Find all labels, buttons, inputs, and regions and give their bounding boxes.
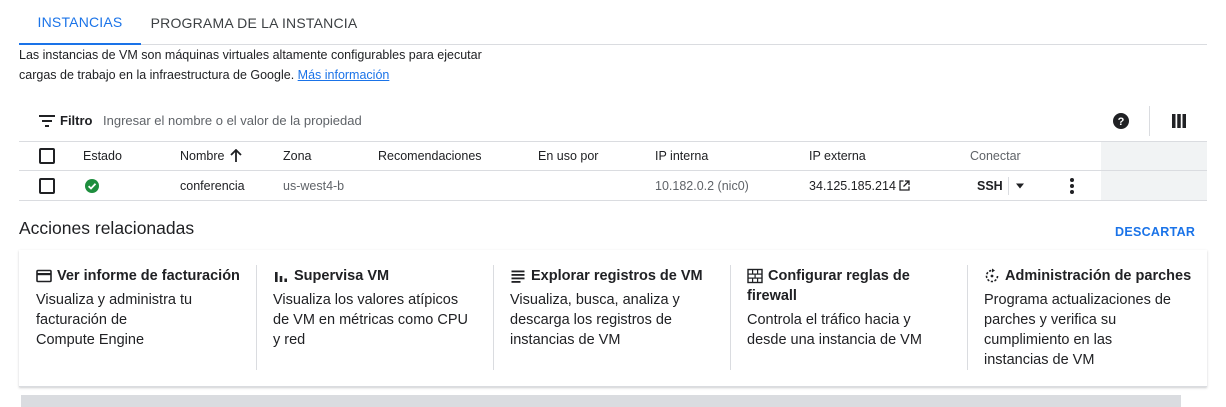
- card-patch-title: Administración de parches: [984, 266, 1207, 286]
- card-monitor-title-text: Supervisa VM: [294, 268, 390, 284]
- tab-bar: INSTANCIAS PROGRAMA DE LA INSTANCIA: [19, 0, 1207, 45]
- row-name-link[interactable]: conferencia: [180, 171, 245, 200]
- card-firewall-title-text: Configurar reglas de firewall: [747, 266, 910, 306]
- filter-bar: Filtro ?: [19, 102, 1207, 140]
- card-patch-title-text: Administración de parches: [1005, 268, 1192, 284]
- select-all-checkbox[interactable]: [39, 148, 55, 164]
- related-actions-title: Acciones relacionadas: [19, 218, 195, 238]
- card-firewall-title: Configurar reglas de firewall: [747, 266, 967, 306]
- card-firewall-body-line: desde una instancia de VM: [747, 332, 922, 348]
- svg-text:?: ?: [1118, 116, 1125, 128]
- help-icon[interactable]: ?: [1113, 113, 1129, 129]
- card-patch-body: Programa actualizaciones de parches y ve…: [984, 290, 1207, 370]
- row-checkbox[interactable]: [39, 177, 55, 194]
- card-billing-body: Visualiza y administra tu facturación de…: [36, 290, 256, 350]
- card-firewall-title-line: firewall: [747, 288, 797, 304]
- card-logs-body-line: descarga los registros de: [510, 312, 672, 328]
- card-logs-title-text: Explorar registros de VM: [531, 268, 703, 284]
- card-monitor-body-line: y red: [273, 332, 306, 348]
- header-recommendations[interactable]: Recomendaciones: [378, 142, 482, 170]
- row-status: [85, 171, 99, 200]
- row-external-ip[interactable]: 34.125.185.214: [809, 171, 910, 200]
- column-display-icon[interactable]: [1172, 114, 1186, 128]
- description-line-2: cargas de trabajo en la infraestructura …: [19, 65, 539, 85]
- arrow-up-icon: [230, 149, 243, 162]
- select-all-cell: [39, 142, 55, 170]
- header-internal-ip[interactable]: IP interna: [655, 142, 708, 170]
- card-firewall-body-line: Controla el tráfico hacia y: [747, 312, 911, 328]
- card-billing-report[interactable]: Ver informe de facturación Visualiza y a…: [19, 250, 256, 370]
- card-patch-management[interactable]: Administración de parches Programa actua…: [967, 250, 1207, 370]
- page-description: Las instancias de VM son máquinas virtua…: [19, 45, 539, 85]
- header-external-ip[interactable]: IP externa: [809, 142, 866, 170]
- toolbar-divider: [1149, 106, 1150, 136]
- card-patch-body-line: parches y verifica su: [984, 312, 1117, 328]
- row-select-cell: [39, 171, 55, 200]
- horizontal-scrollbar[interactable]: [21, 395, 1181, 407]
- card-firewall-rules[interactable]: Configurar reglas de firewall Controla e…: [730, 250, 967, 370]
- firewall-icon: [747, 268, 763, 284]
- card-monitor-body-line: Visualiza los valores atípicos: [273, 292, 459, 308]
- tab-instance-schedule[interactable]: PROGRAMA DE LA INSTANCIA: [141, 0, 361, 45]
- ssh-button[interactable]: SSH: [977, 171, 1003, 200]
- card-billing-body-line: facturación de: [36, 312, 128, 328]
- check-circle-icon: [85, 178, 99, 193]
- filter-icon[interactable]: [39, 115, 55, 127]
- learn-more-link[interactable]: Más información: [298, 68, 390, 82]
- card-logs-body-line: Visualiza, busca, analiza y: [510, 292, 680, 308]
- card-logs-body-line: instancias de VM: [510, 332, 621, 348]
- card-patch-body-line: Programa actualizaciones de: [984, 292, 1171, 308]
- card-logs-body: Visualiza, busca, analiza y descarga los…: [510, 290, 730, 350]
- related-actions-cards: Ver informe de facturación Visualiza y a…: [19, 250, 1207, 387]
- instances-table: Estado Nombre Zona Recomendaciones En us…: [19, 141, 1207, 201]
- header-connect: Conectar: [970, 149, 1021, 163]
- card-monitor-vm[interactable]: Supervisa VM Visualiza los valores atípi…: [256, 250, 493, 370]
- column-shade: [1101, 171, 1207, 200]
- dismiss-button[interactable]: DESCARTAR: [1115, 225, 1195, 239]
- card-monitor-body: Visualiza los valores atípicos de VM en …: [273, 290, 493, 350]
- card-monitor-body-line: de VM en métricas como CPU: [273, 312, 469, 328]
- card-billing-body-line: Compute Engine: [36, 332, 145, 348]
- logs-icon: [511, 270, 525, 283]
- card-explore-logs[interactable]: Explorar registros de VM Visualiza, busc…: [493, 250, 730, 370]
- description-line-1: Las instancias de VM son máquinas virtua…: [19, 48, 482, 62]
- row-zone: us-west4-b: [283, 178, 345, 193]
- card-firewall-title-line: Configurar reglas de: [768, 268, 910, 284]
- ssh-divider: [1008, 177, 1009, 195]
- row-external-ip-value: 34.125.185.214: [809, 178, 896, 193]
- monitoring-icon: [275, 272, 287, 282]
- ssh-options-button[interactable]: [1015, 171, 1025, 200]
- header-name-label: Nombre: [180, 149, 225, 163]
- row-internal-ip: 10.182.0.2 (nic0): [655, 178, 749, 193]
- patch-icon: [985, 268, 999, 283]
- header-in-use-by[interactable]: En uso por: [538, 142, 598, 170]
- open-in-new-icon: [899, 180, 910, 191]
- filter-label[interactable]: Filtro: [60, 113, 93, 128]
- tab-instances[interactable]: INSTANCIAS: [19, 0, 141, 45]
- billing-icon: [36, 269, 52, 283]
- header-zone[interactable]: Zona: [283, 142, 312, 170]
- row-more-actions[interactable]: [1069, 171, 1075, 200]
- card-firewall-body: Controla el tráfico hacia y desde una in…: [747, 310, 967, 350]
- more-vert-icon: [1070, 177, 1074, 194]
- card-logs-title: Explorar registros de VM: [510, 266, 730, 286]
- card-billing-title-text: Ver informe de facturación: [57, 268, 240, 284]
- card-monitor-title: Supervisa VM: [273, 266, 493, 286]
- description-line-2-text: cargas de trabajo en la infraestructura …: [19, 68, 295, 82]
- card-billing-title: Ver informe de facturación: [36, 266, 256, 286]
- table-row[interactable]: conferencia us-west4-b 10.182.0.2 (nic0)…: [19, 171, 1207, 201]
- caret-down-icon: [1016, 183, 1024, 188]
- table-header: Estado Nombre Zona Recomendaciones En us…: [19, 141, 1207, 171]
- card-patch-body-line: cumplimiento en las: [984, 332, 1113, 348]
- header-name[interactable]: Nombre: [180, 142, 243, 170]
- card-billing-body-line: Visualiza y administra tu: [36, 292, 193, 308]
- column-shade: [1101, 142, 1207, 170]
- header-status[interactable]: Estado: [83, 142, 122, 170]
- card-patch-body-line: instancias de VM: [984, 352, 1095, 368]
- filter-input[interactable]: [99, 107, 999, 133]
